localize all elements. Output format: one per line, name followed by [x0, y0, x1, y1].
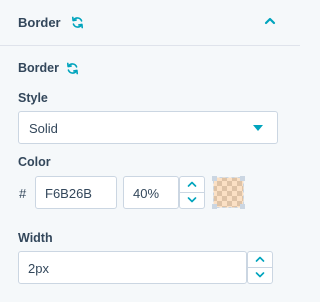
- style-select[interactable]: Solid: [18, 111, 278, 144]
- chevron-up-icon: [187, 181, 197, 188]
- opacity-stepper[interactable]: [179, 176, 205, 209]
- opacity-value: 40%: [133, 186, 160, 201]
- width-increment-button[interactable]: [248, 252, 272, 268]
- border-panel-header[interactable]: Border: [0, 0, 300, 46]
- panel-title: Border: [18, 15, 61, 30]
- opacity-increment-button[interactable]: [180, 177, 204, 193]
- section-title: Border: [18, 61, 59, 75]
- chevron-down-icon: [255, 272, 265, 278]
- chevron-up-icon[interactable]: [263, 14, 277, 28]
- reset-icon[interactable]: [66, 62, 79, 75]
- color-swatch[interactable]: [212, 176, 245, 209]
- border-settings-section: Border Style Solid Color # F6B26B 40% Wi…: [0, 46, 300, 302]
- refresh-icon[interactable]: [71, 16, 84, 29]
- width-value: 2px: [28, 261, 49, 276]
- style-label: Style: [18, 91, 48, 105]
- width-input[interactable]: 2px: [18, 251, 247, 284]
- width-label: Width: [18, 231, 53, 245]
- width-decrement-button[interactable]: [248, 268, 272, 284]
- opacity-input[interactable]: 40%: [123, 176, 179, 209]
- opacity-decrement-button[interactable]: [180, 193, 204, 209]
- width-stepper[interactable]: [247, 251, 273, 284]
- chevron-down-icon: [187, 197, 197, 203]
- hex-color-value: F6B26B: [45, 186, 92, 201]
- style-select-value: Solid: [29, 121, 58, 136]
- hash-symbol: #: [19, 186, 27, 201]
- caret-down-icon: [253, 125, 263, 131]
- chevron-up-icon: [255, 256, 265, 263]
- color-label: Color: [18, 155, 51, 169]
- hex-color-input[interactable]: F6B26B: [35, 176, 117, 209]
